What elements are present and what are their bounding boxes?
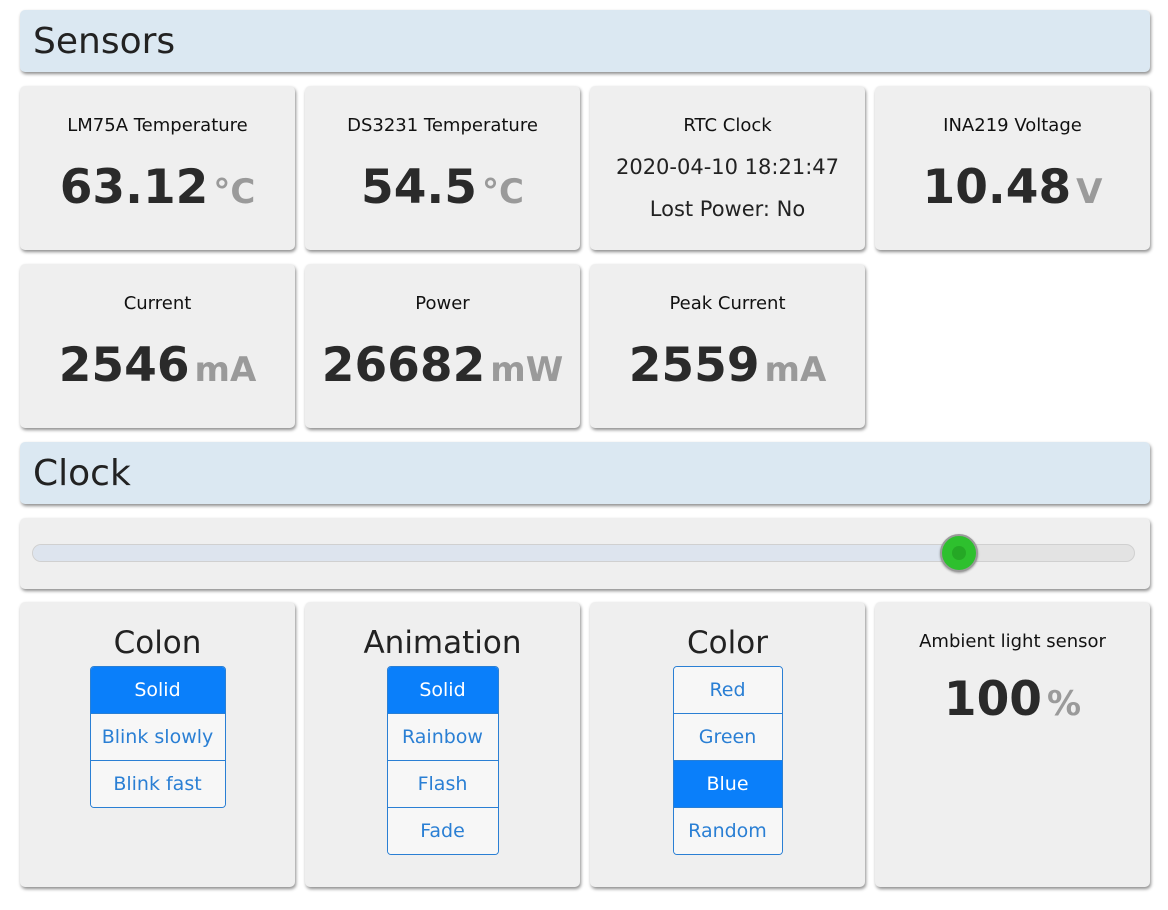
ds3231-temperature-reading: 54.5 °C: [305, 160, 580, 226]
color-option-random[interactable]: Random: [673, 807, 782, 854]
peak-current-reading: 2559 mA: [590, 338, 865, 404]
color-button-group: Red Green Blue Random: [672, 666, 783, 855]
power-reading: 26682 mW: [305, 338, 580, 404]
animation-option-solid[interactable]: Solid: [387, 667, 498, 713]
power-card: Power 26682 mW: [305, 264, 580, 428]
ina219-voltage-title: INA219 Voltage: [943, 115, 1082, 136]
current-card: Current 2546 mA: [20, 264, 295, 428]
sensors-section-title: Sensors: [33, 20, 176, 62]
colon-card: Colon Solid Blink slowly Blink fast: [20, 602, 295, 887]
lm75a-temperature-unit: °C: [213, 172, 256, 212]
peak-current-value: 2559: [628, 338, 760, 393]
ina219-voltage-value: 10.48: [922, 160, 1072, 215]
colon-option-blink-fast[interactable]: Blink fast: [90, 760, 225, 807]
ambient-light-card: Ambient light sensor 100%: [875, 602, 1150, 887]
color-option-blue[interactable]: Blue: [673, 760, 782, 807]
color-title: Color: [687, 625, 768, 661]
animation-title: Animation: [363, 625, 522, 661]
animation-option-fade[interactable]: Fade: [387, 807, 498, 854]
peak-current-title: Peak Current: [669, 293, 786, 314]
animation-button-group: Solid Rainbow Flash Fade: [386, 666, 499, 855]
animation-option-rainbow[interactable]: Rainbow: [387, 713, 498, 760]
current-reading: 2546 mA: [20, 338, 295, 404]
ambient-light-value: 100: [943, 672, 1043, 727]
clock-section-header: Clock: [20, 442, 1150, 504]
color-card: Color Red Green Blue Random: [590, 602, 865, 887]
power-unit: mW: [490, 350, 564, 390]
current-value: 2546: [58, 338, 190, 393]
current-unit: mA: [194, 350, 257, 390]
rtc-clock-title: RTC Clock: [683, 115, 772, 136]
rtc-clock-card: RTC Clock 2020-04-10 18:21:47 Lost Power…: [590, 86, 865, 250]
colon-button-group: Solid Blink slowly Blink fast: [89, 666, 226, 808]
ds3231-temperature-value: 54.5: [361, 160, 477, 215]
ambient-light-reading: 100%: [875, 672, 1150, 738]
ds3231-temperature-title: DS3231 Temperature: [347, 115, 538, 136]
rtc-datetime: 2020-04-10 18:21:47: [615, 155, 840, 179]
color-option-green[interactable]: Green: [673, 713, 782, 760]
animation-card: Animation Solid Rainbow Flash Fade: [305, 602, 580, 887]
ds3231-temperature-unit: °C: [482, 172, 524, 212]
lm75a-temperature-value: 63.12: [59, 160, 209, 215]
ina219-voltage-unit: V: [1076, 172, 1103, 212]
peak-current-card: Peak Current 2559 mA: [590, 264, 865, 428]
colon-title: Colon: [113, 625, 202, 661]
sensors-section-header: Sensors: [20, 10, 1150, 72]
colon-option-solid[interactable]: Solid: [90, 667, 225, 713]
clock-section-title: Clock: [33, 452, 131, 494]
lm75a-temperature-card: LM75A Temperature 63.12 °C: [20, 86, 295, 250]
brightness-slider-thumb[interactable]: [939, 534, 978, 572]
brightness-slider-panel: [20, 518, 1150, 589]
power-value: 26682: [321, 338, 486, 393]
brightness-slider-fill: [33, 545, 958, 561]
power-title: Power: [415, 293, 470, 314]
colon-option-blink-slowly[interactable]: Blink slowly: [90, 713, 225, 760]
lm75a-temperature-reading: 63.12 °C: [20, 160, 295, 226]
color-option-red[interactable]: Red: [673, 667, 782, 713]
peak-current-unit: mA: [764, 350, 827, 390]
ds3231-temperature-card: DS3231 Temperature 54.5 °C: [305, 86, 580, 250]
rtc-lost-power: Lost Power: No: [649, 197, 806, 221]
ina219-voltage-reading: 10.48 V: [875, 160, 1150, 226]
animation-option-flash[interactable]: Flash: [387, 760, 498, 807]
ina219-voltage-card: INA219 Voltage 10.48 V: [875, 86, 1150, 250]
ambient-light-unit: %: [1047, 684, 1082, 724]
lm75a-temperature-title: LM75A Temperature: [67, 115, 248, 136]
current-title: Current: [123, 293, 192, 314]
ambient-light-title: Ambient light sensor: [919, 631, 1106, 652]
